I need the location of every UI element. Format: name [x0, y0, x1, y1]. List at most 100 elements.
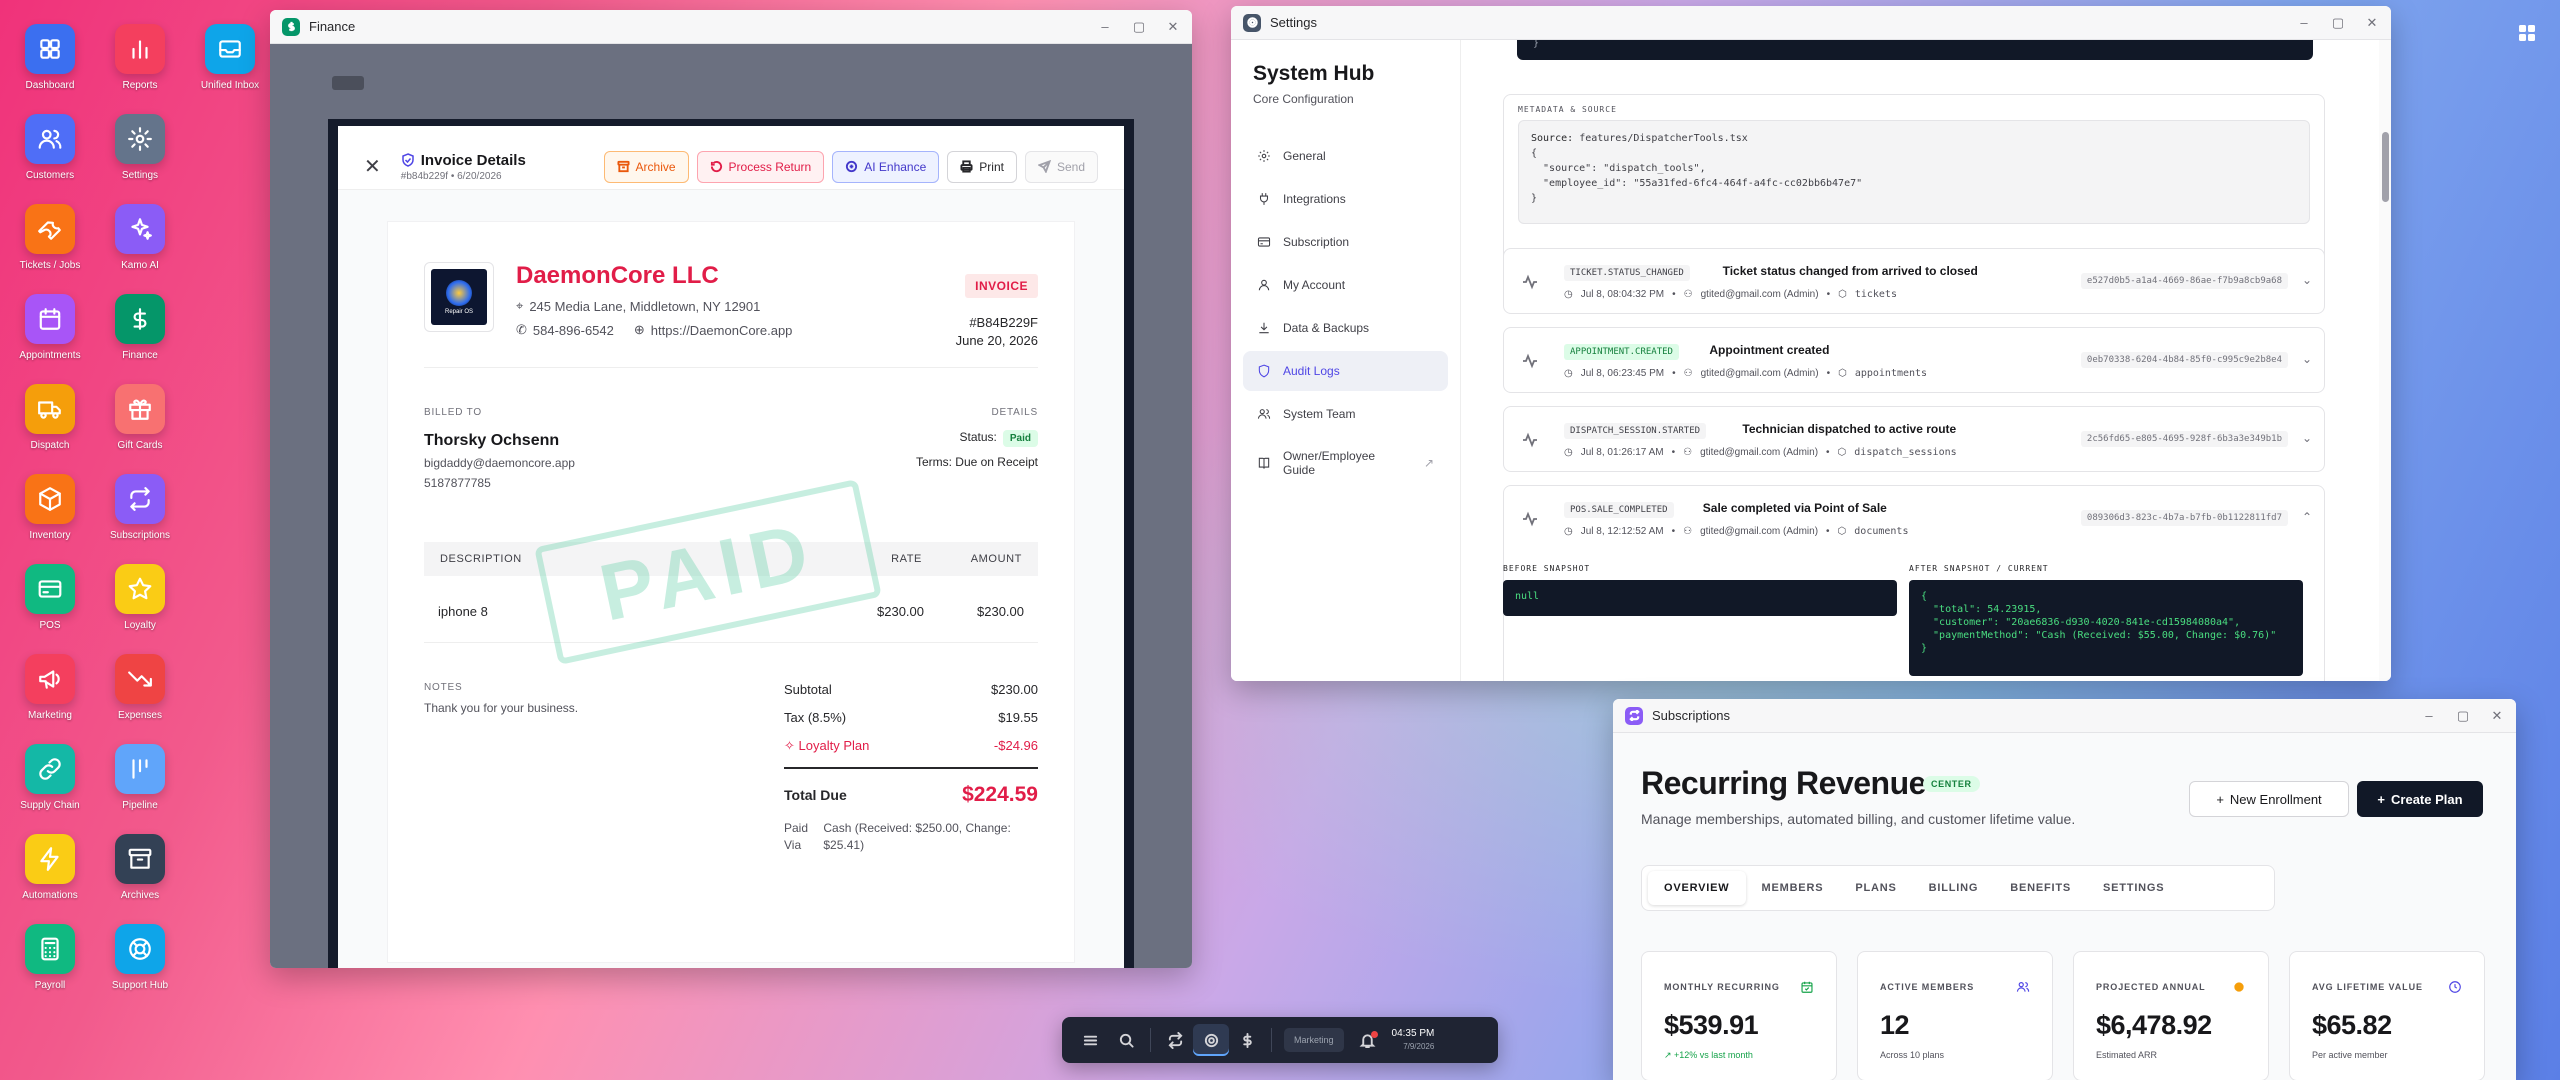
sidebar-item-integrations[interactable]: Integrations — [1243, 179, 1448, 219]
desktop-icon-archives[interactable]: Archives — [100, 834, 180, 901]
shield-icon — [1258, 364, 1270, 378]
chevron-icon[interactable]: ⌄ — [2302, 352, 2312, 366]
desktop-icon-gift-cards[interactable]: Gift Cards — [100, 384, 180, 451]
billed-to-label: BILLED TO — [424, 407, 482, 418]
desktop-icon-unified-inbox[interactable]: Unified Inbox — [190, 24, 270, 91]
customer-email: bigdaddy@daemoncore.app — [424, 456, 575, 470]
process-return-button[interactable]: Process Return — [696, 150, 825, 183]
new-enrollment-button[interactable]: + New Enrollment — [2189, 781, 2349, 817]
sidebar-item-my-account[interactable]: My Account — [1243, 265, 1448, 305]
bar-chart-icon — [115, 24, 165, 74]
active-app-pill[interactable]: Marketing — [1284, 1028, 1344, 1052]
event-entity: dispatch_sessions — [1854, 447, 1957, 458]
taskbar-finance[interactable] — [1229, 1024, 1265, 1056]
details-block: DETAILS Status: Paid Terms: Due on Receip… — [916, 407, 1038, 469]
subscriptions-titlebar[interactable]: Subscriptions – ▢ ✕ — [1613, 699, 2516, 733]
print-button[interactable]: Print — [947, 150, 1017, 183]
desktop-icon-payroll[interactable]: Payroll — [10, 924, 90, 991]
users-icon — [25, 114, 75, 164]
desktop-icon-automations[interactable]: Automations — [10, 834, 90, 901]
close-icon[interactable]: ✕ — [364, 154, 381, 179]
desktop-icon-settings[interactable]: Settings — [100, 114, 180, 181]
archive-button[interactable]: Archive — [603, 150, 689, 183]
search-button[interactable] — [1108, 1024, 1144, 1056]
audit-log-entry[interactable]: APPOINTMENT.CREATED Appointment created ◷ J… — [1503, 327, 2325, 393]
chevron-icon[interactable]: ⌄ — [2302, 273, 2312, 287]
send-button[interactable]: Send — [1024, 150, 1098, 183]
tab-benefits[interactable]: BENEFITS — [1994, 871, 2087, 905]
close-button[interactable]: ✕ — [2490, 708, 2504, 724]
print-label: Print — [979, 159, 1004, 174]
desktop-icon-inventory[interactable]: Inventory — [10, 474, 90, 541]
audit-log-panel[interactable]: } METADATA & SOURCE Source: features/Dis… — [1461, 40, 2379, 681]
minimize-button[interactable]: – — [2422, 708, 2436, 724]
audit-log-entry[interactable]: DISPATCH_SESSION.STARTED Technician dispa… — [1503, 406, 2325, 472]
maximize-button[interactable]: ▢ — [2456, 708, 2470, 724]
scrollbar-thumb[interactable] — [2382, 132, 2389, 202]
clock[interactable]: 04:35 PM 7/9/2026 — [1392, 1027, 1435, 1053]
desktop-icon-dispatch[interactable]: Dispatch — [10, 384, 90, 451]
app-grid-button[interactable] — [2514, 20, 2540, 46]
desktop-icon-finance[interactable]: Finance — [100, 294, 180, 361]
desktop-icon-subscriptions[interactable]: Subscriptions — [100, 474, 180, 541]
notifications-button[interactable] — [1350, 1024, 1386, 1056]
sidebar-item-general[interactable]: General — [1243, 136, 1448, 176]
hub-subtitle: Core Configuration — [1253, 92, 1354, 106]
settings-titlebar[interactable]: Settings – ▢ ✕ — [1231, 6, 2391, 40]
scrollbar[interactable] — [2379, 40, 2391, 681]
close-button[interactable]: ✕ — [1166, 19, 1180, 35]
maximize-button[interactable]: ▢ — [2331, 15, 2345, 31]
desktop-icon-loyalty[interactable]: Loyalty — [100, 564, 180, 631]
chevron-icon[interactable]: ⌄ — [2302, 431, 2312, 445]
maximize-button[interactable]: ▢ — [1132, 19, 1146, 35]
event-user: gtited@gmail.com (Admin) — [1700, 289, 1819, 300]
tab-plans[interactable]: PLANS — [1839, 871, 1912, 905]
desktop-icon-appointments[interactable]: Appointments — [10, 294, 90, 361]
gift-icon — [115, 384, 165, 434]
desktop-icon-label: Payroll — [34, 980, 66, 991]
audit-log-entry[interactable]: TICKET.STATUS_CHANGED Ticket status chang… — [1503, 248, 2325, 314]
desktop-icon-label: Kamo AI — [121, 260, 159, 271]
kpi-label: PROJECTED ANNUAL — [2096, 982, 2206, 992]
invoice-date: June 20, 2026 — [955, 333, 1038, 348]
desktop-icon-pos[interactable]: POS — [10, 564, 90, 631]
create-plan-button[interactable]: + Create Plan — [2357, 781, 2483, 817]
sidebar-item-data-backups[interactable]: Data & Backups — [1243, 308, 1448, 348]
loyalty-label: Loyalty Plan — [798, 738, 870, 753]
sidebar-item-owner-employee-guide[interactable]: Owner/Employee Guide ↗ — [1243, 437, 1448, 489]
tab-billing[interactable]: BILLING — [1913, 871, 1995, 905]
minimize-button[interactable]: – — [1098, 19, 1112, 35]
finance-titlebar[interactable]: Finance – ▢ ✕ — [270, 10, 1192, 44]
menu-button[interactable] — [1072, 1024, 1108, 1056]
desktop-icon-supply-chain[interactable]: Supply Chain — [10, 744, 90, 811]
desktop-icon-marketing[interactable]: Marketing — [10, 654, 90, 721]
desktop-icon-pipeline[interactable]: Pipeline — [100, 744, 180, 811]
close-button[interactable]: ✕ — [2365, 15, 2379, 31]
taskbar-subscriptions[interactable] — [1157, 1024, 1193, 1056]
desktop-icon-label: POS — [39, 620, 61, 631]
sidebar-item-system-team[interactable]: System Team — [1243, 394, 1448, 434]
desktop-icon-kamo-ai[interactable]: Kamo AI — [100, 204, 180, 271]
desktop-icon-customers[interactable]: Customers — [10, 114, 90, 181]
ai-enhance-button[interactable]: AI Enhance — [832, 150, 940, 183]
taskbar-settings[interactable] — [1193, 1024, 1229, 1056]
card-icon — [1257, 237, 1271, 247]
invoice-scroll-area[interactable]: Repair OS DaemonCore LLC ⌖ 245 Media Lane… — [338, 190, 1124, 968]
sidebar-item-audit-logs[interactable]: Audit Logs — [1243, 351, 1448, 391]
desktop-icon-dashboard[interactable]: Dashboard — [10, 24, 90, 91]
tab-overview[interactable]: OVERVIEW — [1648, 871, 1746, 905]
create-plan-label: Create Plan — [2391, 791, 2463, 807]
terms-value: Due on Receipt — [955, 455, 1038, 469]
desktop-icon-tickets-jobs[interactable]: Tickets / Jobs — [10, 204, 90, 271]
company-name: DaemonCore LLC — [516, 262, 719, 289]
tab-members[interactable]: MEMBERS — [1746, 871, 1840, 905]
event-type-tag: POS.SALE_COMPLETED — [1564, 502, 1674, 518]
desktop-icon-support-hub[interactable]: Support Hub — [100, 924, 180, 991]
company-website[interactable]: https://DaemonCore.app — [651, 323, 793, 338]
sidebar-item-subscription[interactable]: Subscription — [1243, 222, 1448, 262]
tab-settings[interactable]: SETTINGS — [2087, 871, 2180, 905]
chevron-icon[interactable]: ⌃ — [2302, 510, 2312, 524]
desktop-icon-reports[interactable]: Reports — [100, 24, 180, 91]
desktop-icon-expenses[interactable]: Expenses — [100, 654, 180, 721]
minimize-button[interactable]: – — [2297, 15, 2311, 31]
